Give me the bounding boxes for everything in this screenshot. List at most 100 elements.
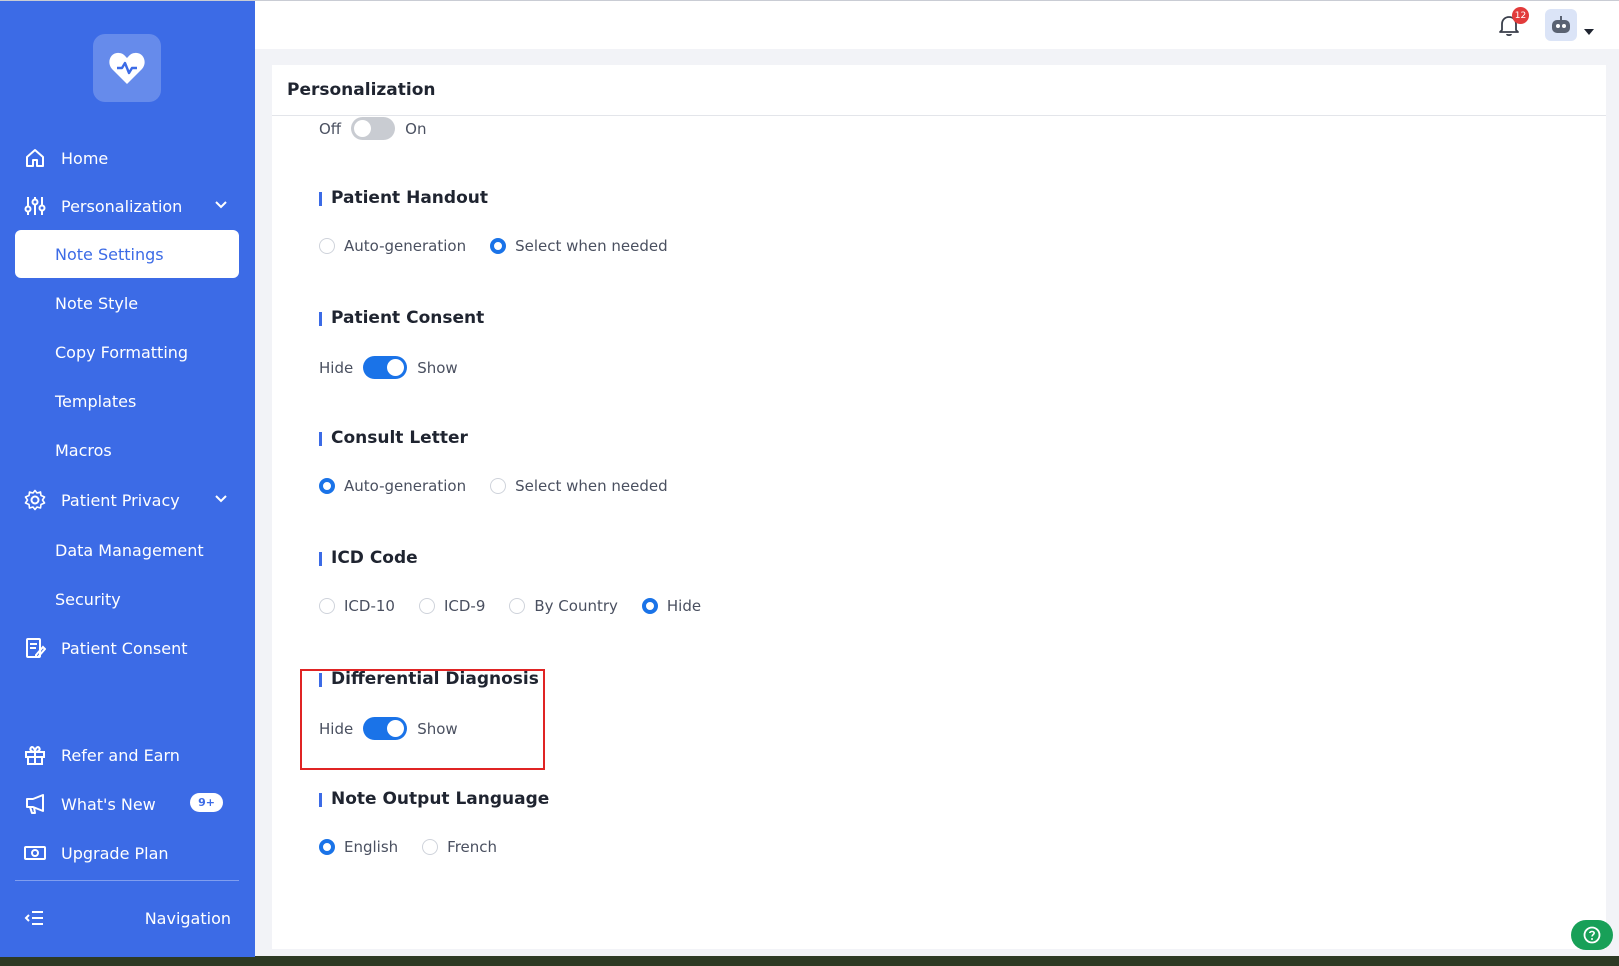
radio-button-selected[interactable] <box>319 478 335 494</box>
sidebar-item-label: Home <box>61 148 109 168</box>
radio-button-selected[interactable] <box>490 238 507 254</box>
sidebar-item-macros[interactable]: Macros <box>15 426 239 474</box>
top-toggle-row: Off On <box>319 117 426 140</box>
sidebar-item-label: Refer and Earn <box>61 745 180 765</box>
sidebar-item-personalization[interactable]: Personalization <box>15 182 239 230</box>
radio-label: By Country <box>534 597 618 615</box>
radio-icd-10[interactable]: ICD-10 <box>319 597 395 615</box>
patient-handout-options: Auto-generation Select when needed <box>319 237 692 255</box>
radio-button[interactable] <box>490 478 507 494</box>
help-button[interactable] <box>1571 920 1613 950</box>
top-bar: 12 <box>255 1 1619 49</box>
toggle-hide-label: Hide <box>319 358 354 377</box>
navigation-collapse-button[interactable]: Navigation <box>15 894 239 942</box>
megaphone-icon <box>23 792 47 816</box>
heart-pulse-icon <box>109 52 145 84</box>
sidebar-item-templates[interactable]: Templates <box>15 377 239 425</box>
chevron-down-icon <box>213 196 229 216</box>
sidebar-item-label: Personalization <box>61 196 183 216</box>
radio-label: English <box>344 838 399 856</box>
app-logo[interactable] <box>93 34 161 102</box>
sidebar-item-patient-privacy[interactable]: Patient Privacy <box>15 476 239 524</box>
radio-button-selected[interactable] <box>641 598 658 614</box>
radio-french[interactable]: French <box>422 838 497 856</box>
radio-label: Auto-generation <box>344 477 467 495</box>
sidebar-item-copy-formatting[interactable]: Copy Formatting <box>15 328 239 376</box>
radio-button[interactable] <box>319 238 335 254</box>
sidebar-item-patient-consent[interactable]: Patient Consent <box>15 624 239 672</box>
radio-auto-generation[interactable]: Auto-generation <box>319 237 466 255</box>
radio-label: Select when needed <box>515 477 668 495</box>
radio-by-country[interactable]: By Country <box>509 597 618 615</box>
sidebar-item-label: What's New <box>61 794 156 814</box>
toggle-off-label: Off <box>319 119 342 138</box>
radio-label: ICD-10 <box>344 597 395 615</box>
sidebar-item-data-management[interactable]: Data Management <box>15 526 239 574</box>
question-icon <box>1583 926 1601 944</box>
section-title-patient-consent: Patient Consent <box>319 308 484 328</box>
page-title: Personalization <box>272 65 1606 116</box>
icd-code-options: ICD-10 ICD-9 By Country Hide <box>319 597 725 615</box>
new-count-badge: 9+ <box>190 793 223 812</box>
document-edit-icon <box>23 636 47 660</box>
toggle-show-label: Show <box>417 358 458 377</box>
patient-consent-toggle-row: Hide Show <box>319 356 458 379</box>
sidebar-item-upgrade-plan[interactable]: Upgrade Plan <box>15 829 239 877</box>
gear-icon <box>23 488 47 512</box>
highlight-box <box>300 669 545 770</box>
navigation-label: Navigation <box>144 908 231 928</box>
section-title-consult-letter: Consult Letter <box>319 428 468 448</box>
sidebar-item-security[interactable]: Security <box>15 575 239 623</box>
robot-icon <box>1552 16 1570 33</box>
section-title-note-output-language: Note Output Language <box>319 789 549 809</box>
radio-select-when-needed[interactable]: Select when needed <box>490 477 668 495</box>
radio-hide[interactable]: Hide <box>641 597 701 615</box>
radio-auto-generation[interactable]: Auto-generation <box>319 477 466 495</box>
collapse-menu-icon <box>23 907 45 929</box>
sidebar-item-note-settings[interactable]: Note Settings <box>15 230 239 278</box>
section-title-icd-code: ICD Code <box>319 548 418 568</box>
radio-button[interactable] <box>509 598 526 614</box>
caret-down-icon[interactable] <box>1583 21 1595 40</box>
gift-icon <box>23 743 47 767</box>
home-icon <box>23 146 47 170</box>
toggle-on-label: On <box>405 119 427 138</box>
radio-select-when-needed[interactable]: Select when needed <box>490 237 668 255</box>
money-icon <box>23 841 47 865</box>
sidebar-item-label: Patient Consent <box>61 638 188 658</box>
sidebar-item-label: Data Management <box>55 540 204 560</box>
avatar[interactable] <box>1545 9 1577 41</box>
sidebar-item-label: Copy Formatting <box>55 342 189 362</box>
settings-card: Personalization Off On Patient Handout A… <box>272 65 1606 949</box>
chevron-down-icon <box>213 490 229 510</box>
sidebar-item-label: Upgrade Plan <box>61 843 169 863</box>
radio-button[interactable] <box>422 839 439 855</box>
radio-english[interactable]: English <box>319 838 398 856</box>
radio-button[interactable] <box>319 598 335 614</box>
sidebar-item-label: Templates <box>55 391 137 411</box>
sidebar-divider <box>15 880 239 881</box>
top-toggle-switch[interactable] <box>351 117 396 140</box>
app-window: Home Personalization Note Settings Note … <box>0 0 1619 957</box>
sidebar-item-label: Patient Privacy <box>61 490 180 510</box>
sidebar-item-refer-and-earn[interactable]: Refer and Earn <box>15 731 239 779</box>
note-output-language-options: English French <box>319 838 521 856</box>
sidebar-item-whats-new[interactable]: What's New 9+ <box>15 780 239 828</box>
radio-label: Select when needed <box>515 237 668 255</box>
radio-label: French <box>447 838 498 856</box>
radio-label: Auto-generation <box>344 237 467 255</box>
section-title-patient-handout: Patient Handout <box>319 188 488 208</box>
sidebar-item-home[interactable]: Home <box>15 134 239 182</box>
radio-icd-9[interactable]: ICD-9 <box>418 597 485 615</box>
sidebar-item-label: Note Style <box>55 293 139 313</box>
sidebar-item-label: Note Settings <box>55 244 164 264</box>
sidebar: Home Personalization Note Settings Note … <box>0 1 255 957</box>
radio-button[interactable] <box>418 598 435 614</box>
sidebar-item-note-style[interactable]: Note Style <box>15 279 239 327</box>
radio-button-selected[interactable] <box>319 839 335 855</box>
sidebar-item-label: Macros <box>55 440 112 460</box>
notification-count-badge: 12 <box>1512 7 1529 24</box>
sidebar-item-label: Security <box>55 589 121 609</box>
patient-consent-toggle[interactable] <box>363 356 408 379</box>
consult-letter-options: Auto-generation Select when needed <box>319 477 692 495</box>
